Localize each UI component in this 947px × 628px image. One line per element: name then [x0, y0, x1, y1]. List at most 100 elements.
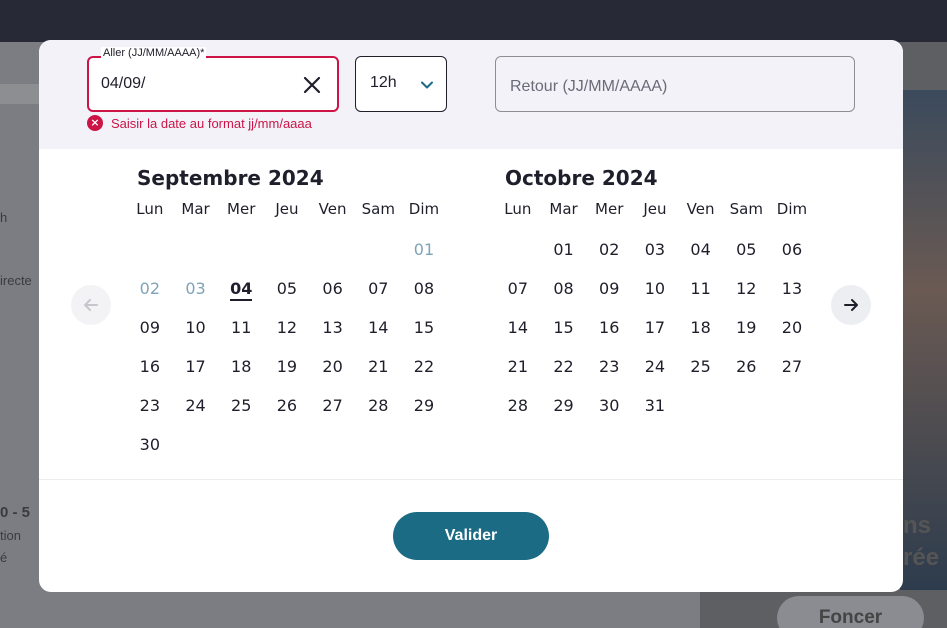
- day-cell[interactable]: 14: [495, 308, 541, 347]
- day-cell[interactable]: 05: [264, 269, 310, 308]
- retour-date-field[interactable]: Retour (JJ/MM/AAAA): [495, 56, 855, 112]
- selected-day[interactable]: 04: [218, 269, 264, 308]
- aller-date-field[interactable]: Aller (JJ/MM/AAAA)* 04/09/: [87, 47, 339, 112]
- day-number: 04: [690, 240, 711, 259]
- day-cell[interactable]: 12: [723, 269, 769, 308]
- day-number: 13: [322, 318, 343, 337]
- day-cell[interactable]: 22: [541, 347, 587, 386]
- day-number: 12: [736, 279, 757, 298]
- date-fields-header: Aller (JJ/MM/AAAA)* 04/09/ × Saisir la d…: [39, 40, 903, 149]
- day-number: 25: [690, 357, 711, 376]
- day-cell[interactable]: 28: [495, 386, 541, 425]
- day-cell[interactable]: 27: [769, 347, 815, 386]
- validate-button[interactable]: Valider: [393, 512, 549, 560]
- day-number: 06: [322, 279, 343, 298]
- weekday-header: Lun Mar Mer Jeu Ven Sam Dim: [127, 199, 447, 219]
- day-number: 29: [553, 396, 574, 415]
- empty-day-cell: [310, 230, 356, 269]
- weekday-label: Jeu: [275, 200, 299, 218]
- weekday-header: Lun Mar Mer Jeu Ven Sam Dim: [495, 199, 815, 219]
- day-cell[interactable]: 23: [127, 386, 173, 425]
- day-cell[interactable]: 25: [678, 347, 724, 386]
- day-cell[interactable]: 15: [541, 308, 587, 347]
- day-cell[interactable]: 30: [586, 386, 632, 425]
- day-cell[interactable]: 21: [495, 347, 541, 386]
- day-cell[interactable]: 08: [401, 269, 447, 308]
- day-cell[interactable]: 02: [586, 230, 632, 269]
- day-cell[interactable]: 30: [127, 425, 173, 464]
- day-number: 04: [230, 279, 253, 301]
- day-cell[interactable]: 03: [632, 230, 678, 269]
- day-number: 16: [139, 357, 161, 376]
- day-cell[interactable]: 22: [401, 347, 447, 386]
- disabled-day: 03: [173, 269, 219, 308]
- day-cell[interactable]: 29: [401, 386, 447, 425]
- day-cell[interactable]: 09: [586, 269, 632, 308]
- day-number: 09: [599, 279, 620, 298]
- day-cell[interactable]: 31: [632, 386, 678, 425]
- day-cell[interactable]: 13: [769, 269, 815, 308]
- day-cell[interactable]: 07: [355, 269, 401, 308]
- day-cell[interactable]: 17: [632, 308, 678, 347]
- close-icon[interactable]: [301, 74, 323, 96]
- day-cell[interactable]: 07: [495, 269, 541, 308]
- day-cell[interactable]: 10: [632, 269, 678, 308]
- day-cell[interactable]: 05: [723, 230, 769, 269]
- day-cell[interactable]: 29: [541, 386, 587, 425]
- day-cell[interactable]: 24: [173, 386, 219, 425]
- empty-day-cell: [495, 230, 541, 269]
- day-cell[interactable]: 20: [769, 308, 815, 347]
- day-cell[interactable]: 28: [355, 386, 401, 425]
- day-cell[interactable]: 19: [723, 308, 769, 347]
- day-cell[interactable]: 16: [586, 308, 632, 347]
- day-cell[interactable]: 11: [218, 308, 264, 347]
- previous-month-button[interactable]: [71, 285, 111, 325]
- empty-day-cell: [127, 230, 173, 269]
- day-number: 20: [781, 318, 803, 337]
- day-cell[interactable]: 18: [218, 347, 264, 386]
- day-number: 23: [139, 396, 161, 415]
- day-number: 17: [644, 318, 666, 337]
- calendar-month: Octobre 2024 Lun Mar Mer Jeu Ven Sam Dim 01 02 0…: [495, 164, 815, 425]
- day-cell[interactable]: 26: [264, 386, 310, 425]
- time-select-value: 12h: [370, 74, 397, 91]
- day-number: 15: [413, 318, 435, 337]
- day-cell[interactable]: 08: [541, 269, 587, 308]
- day-cell[interactable]: 27: [310, 386, 356, 425]
- day-cell[interactable]: 16: [127, 347, 173, 386]
- day-cell[interactable]: 13: [310, 308, 356, 347]
- day-cell[interactable]: 15: [401, 308, 447, 347]
- next-month-button[interactable]: [831, 285, 871, 325]
- day-cell[interactable]: 19: [264, 347, 310, 386]
- weekday-label: Sam: [361, 200, 395, 218]
- empty-day-cell: [173, 230, 219, 269]
- day-cell[interactable]: 25: [218, 386, 264, 425]
- time-select[interactable]: 12h: [355, 56, 447, 112]
- day-cell[interactable]: 06: [310, 269, 356, 308]
- weekday-label: Jeu: [643, 200, 667, 218]
- day-cell[interactable]: 12: [264, 308, 310, 347]
- day-cell[interactable]: 18: [678, 308, 724, 347]
- day-cell[interactable]: 01: [541, 230, 587, 269]
- day-cell[interactable]: 17: [173, 347, 219, 386]
- day-cell[interactable]: 14: [355, 308, 401, 347]
- day-number: 02: [139, 279, 161, 298]
- day-cell[interactable]: 09: [127, 308, 173, 347]
- day-cell[interactable]: 26: [723, 347, 769, 386]
- day-number: 27: [322, 396, 343, 415]
- day-cell[interactable]: 04: [678, 230, 724, 269]
- background-text: 0 - 5: [0, 504, 31, 521]
- day-number: 19: [736, 318, 757, 337]
- day-number: 05: [276, 279, 298, 298]
- day-cell[interactable]: 21: [355, 347, 401, 386]
- day-number: 23: [599, 357, 620, 376]
- day-cell[interactable]: 10: [173, 308, 219, 347]
- day-number: 15: [553, 318, 574, 337]
- weekday-label: Mer: [227, 200, 256, 218]
- day-cell[interactable]: 24: [632, 347, 678, 386]
- aller-date-value: 04/09/: [101, 75, 146, 92]
- day-cell[interactable]: 06: [769, 230, 815, 269]
- day-cell[interactable]: 23: [586, 347, 632, 386]
- day-cell[interactable]: 20: [310, 347, 356, 386]
- day-cell[interactable]: 11: [678, 269, 724, 308]
